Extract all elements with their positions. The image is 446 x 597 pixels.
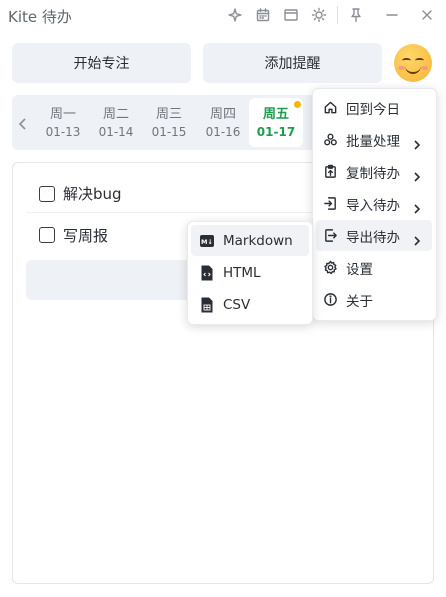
add-reminder-button[interactable]: 添加提醒 [203,43,382,83]
title-bar: Kite 待办 [0,0,446,31]
menu-item-settings[interactable]: 设置 [316,252,432,283]
app-title: Kite 待办 [8,8,72,26]
export-html-item[interactable]: HTML [191,257,309,288]
export-markdown-item[interactable]: M↓ Markdown [191,225,309,256]
avatar[interactable] [394,44,432,82]
day-monday[interactable]: 周一 01-13 [36,98,90,147]
html-file-icon [200,265,214,281]
day-wednesday[interactable]: 周三 01-15 [142,98,196,147]
has-todo-dot [294,101,301,108]
menu-item-export-todos[interactable]: 导出待办 [316,220,432,251]
menu-item-back-to-today[interactable]: 回到今日 [316,92,432,123]
sun-icon[interactable] [311,7,327,23]
svg-text:M↓: M↓ [201,238,213,246]
pin-icon[interactable] [348,7,364,23]
start-focus-button[interactable]: 开始专注 [12,43,191,83]
todo-checkbox[interactable] [39,185,55,202]
export-csv-item[interactable]: CSV [191,289,309,320]
window-icon[interactable] [283,7,299,23]
chevron-right-icon [412,167,422,182]
chevron-right-icon [412,135,422,150]
menu-item-batch[interactable]: 批量处理 [316,124,432,155]
csv-file-icon [200,297,214,313]
copy-icon [322,164,338,180]
menu-item-copy-todos[interactable]: 复制待办 [316,156,432,187]
chevron-right-icon [412,199,422,214]
minimize-icon[interactable] [384,7,400,23]
chevron-left-icon[interactable] [16,116,30,130]
todo-text: 写周报 [63,226,109,245]
menu-item-import-todos[interactable]: 导入待办 [316,188,432,219]
todo-text: 解决bug [63,185,122,203]
home-icon [322,100,338,116]
sparkle-icon[interactable] [227,7,243,23]
todo-checkbox[interactable] [39,227,55,243]
menu-item-about[interactable]: 关于 [316,284,432,315]
gear-icon [322,260,338,276]
title-bar-divider [337,6,338,24]
markdown-file-icon: M↓ [200,233,214,249]
export-icon [322,228,338,244]
chevron-right-icon [412,231,422,246]
calendar-icon[interactable] [255,7,271,23]
day-thursday[interactable]: 周四 01-16 [196,98,250,147]
day-tuesday[interactable]: 周二 01-14 [89,98,143,147]
import-icon [322,196,338,212]
close-icon[interactable] [419,7,435,23]
info-icon [322,292,338,308]
batch-icon [322,132,338,148]
